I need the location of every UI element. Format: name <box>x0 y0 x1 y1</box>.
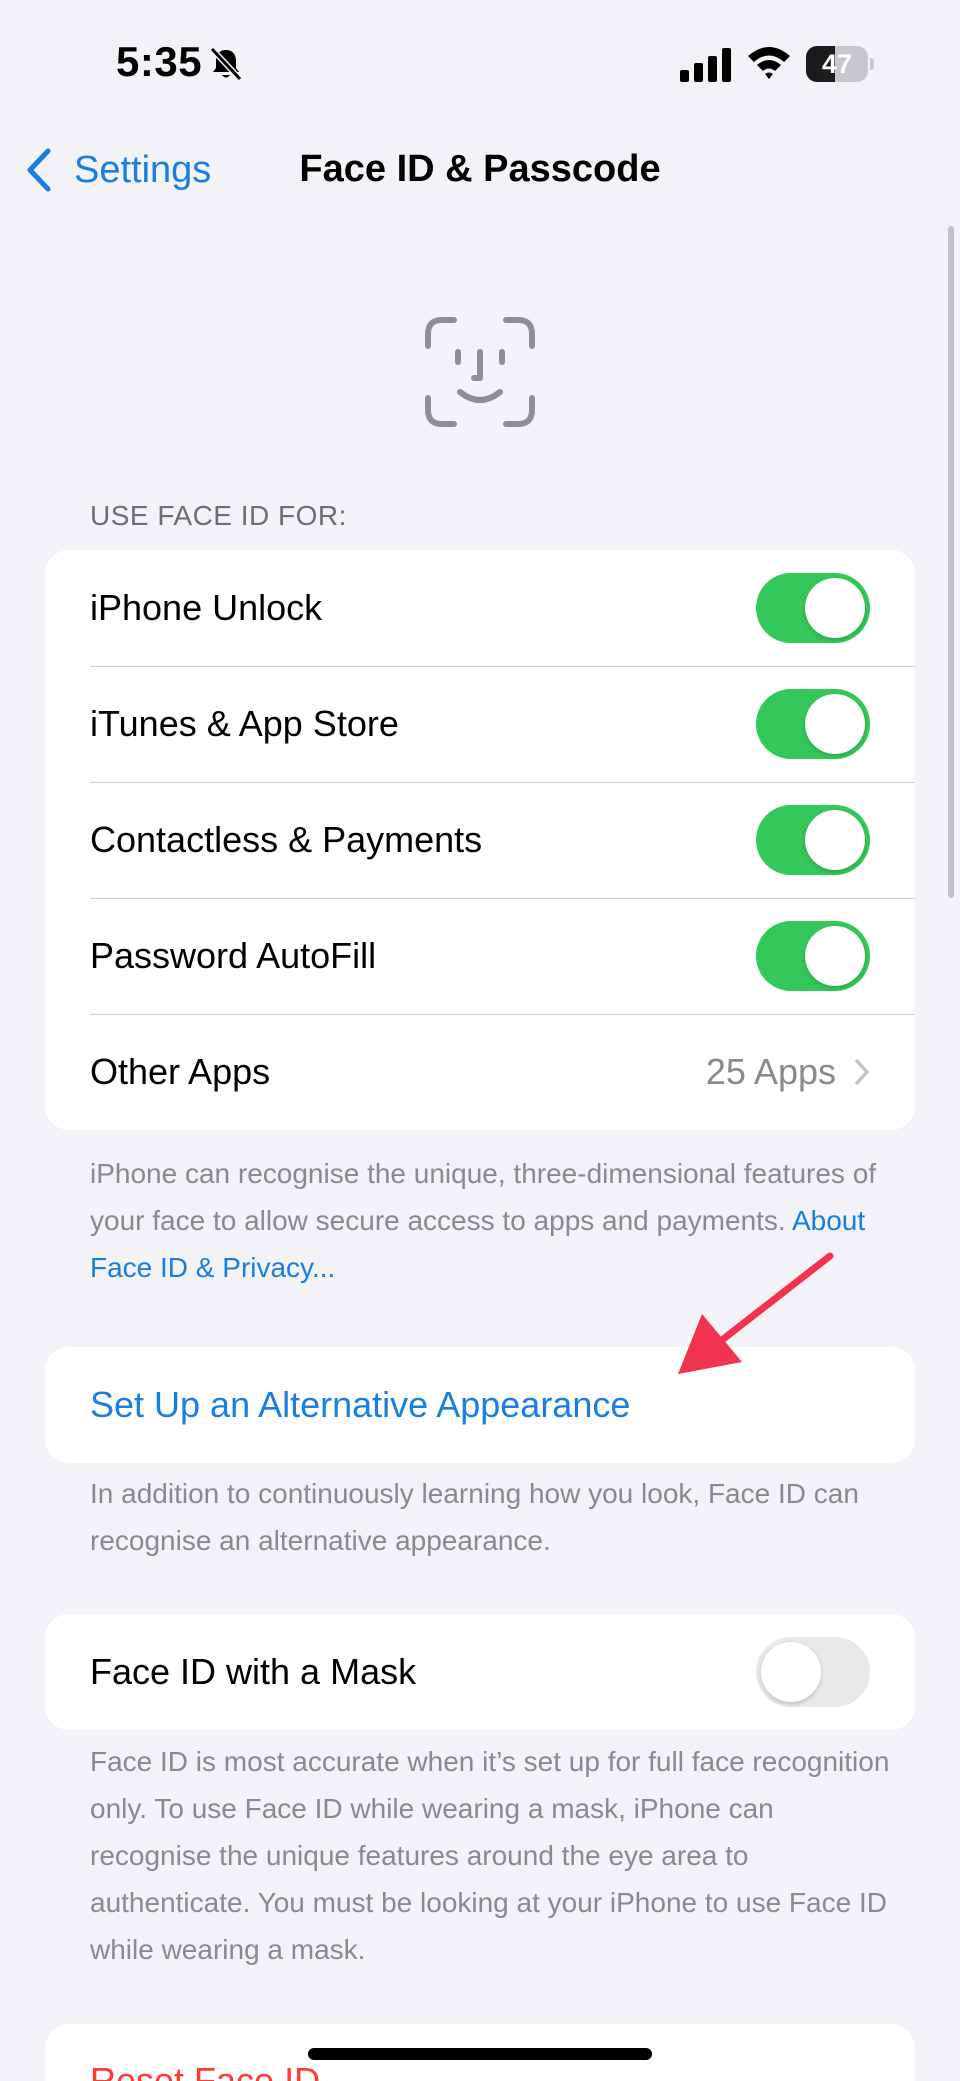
use-face-id-group: iPhone Unlock iTunes & App Store Contact… <box>45 550 915 1130</box>
wifi-icon <box>748 47 790 79</box>
footnote-text: iPhone can recognise the unique, three-d… <box>90 1158 877 1236</box>
mask-group: Face ID with a Mask <box>45 1614 915 1730</box>
toggle-knob <box>761 1642 821 1702</box>
status-bar: 5:35 47 <box>0 0 960 120</box>
password-autofill-toggle[interactable] <box>756 921 870 991</box>
battery-level: 47 <box>821 49 853 79</box>
row-label: iPhone Unlock <box>90 587 323 628</box>
itunes-app-store-toggle[interactable] <box>756 689 870 759</box>
chevron-right-icon <box>855 1059 869 1085</box>
toggle-knob <box>805 926 865 986</box>
cellular-signal-icon <box>680 48 731 82</box>
row-iphone-unlock: iPhone Unlock <box>45 550 915 666</box>
battery-body: 47 <box>806 46 868 82</box>
row-label: Contactless & Payments <box>90 819 483 860</box>
annotation-arrow-icon <box>678 1252 834 1374</box>
row-face-id-with-mask: Face ID with a Mask <box>45 1614 915 1730</box>
battery-indicator: 47 <box>806 46 874 82</box>
page-title: Face ID & Passcode <box>299 148 661 190</box>
alternative-appearance-footnote: In addition to continuously learning how… <box>90 1478 859 1556</box>
bell-slash-icon <box>209 46 243 82</box>
row-label: Face ID with a Mask <box>90 1651 417 1692</box>
toggle-knob <box>805 694 865 754</box>
row-label: iTunes & App Store <box>90 703 399 744</box>
row-other-apps[interactable]: Other Apps 25 Apps <box>45 1014 915 1130</box>
toggle-knob <box>805 810 865 870</box>
navigation-bar: Settings Face ID & Passcode <box>0 130 960 210</box>
face-id-with-mask-toggle[interactable] <box>756 1637 870 1707</box>
home-indicator[interactable] <box>308 2048 652 2060</box>
iphone-unlock-toggle[interactable] <box>756 573 870 643</box>
face-id-icon <box>425 317 535 427</box>
scrollbar[interactable] <box>948 226 954 898</box>
contactless-payments-toggle[interactable] <box>756 805 870 875</box>
row-label: Password AutoFill <box>90 935 377 976</box>
other-apps-count: 25 Apps <box>705 1051 836 1092</box>
toggle-knob <box>805 578 865 638</box>
row-password-autofill: Password AutoFill <box>45 898 915 1014</box>
section-header-use-face-id: USE FACE ID FOR: <box>90 500 347 531</box>
row-label: Other Apps <box>90 1051 271 1092</box>
battery-cap <box>870 58 874 70</box>
mask-footnote: Face ID is most accurate when it’s set u… <box>90 1746 890 1965</box>
row-itunes-app-store: iTunes & App Store <box>45 666 915 782</box>
row-contactless-payments: Contactless & Payments <box>45 782 915 898</box>
alternative-appearance-label: Set Up an Alternative Appearance <box>90 1384 631 1425</box>
reset-face-id-label: Reset Face ID <box>90 2060 321 2081</box>
status-time: 5:35 <box>116 38 203 85</box>
